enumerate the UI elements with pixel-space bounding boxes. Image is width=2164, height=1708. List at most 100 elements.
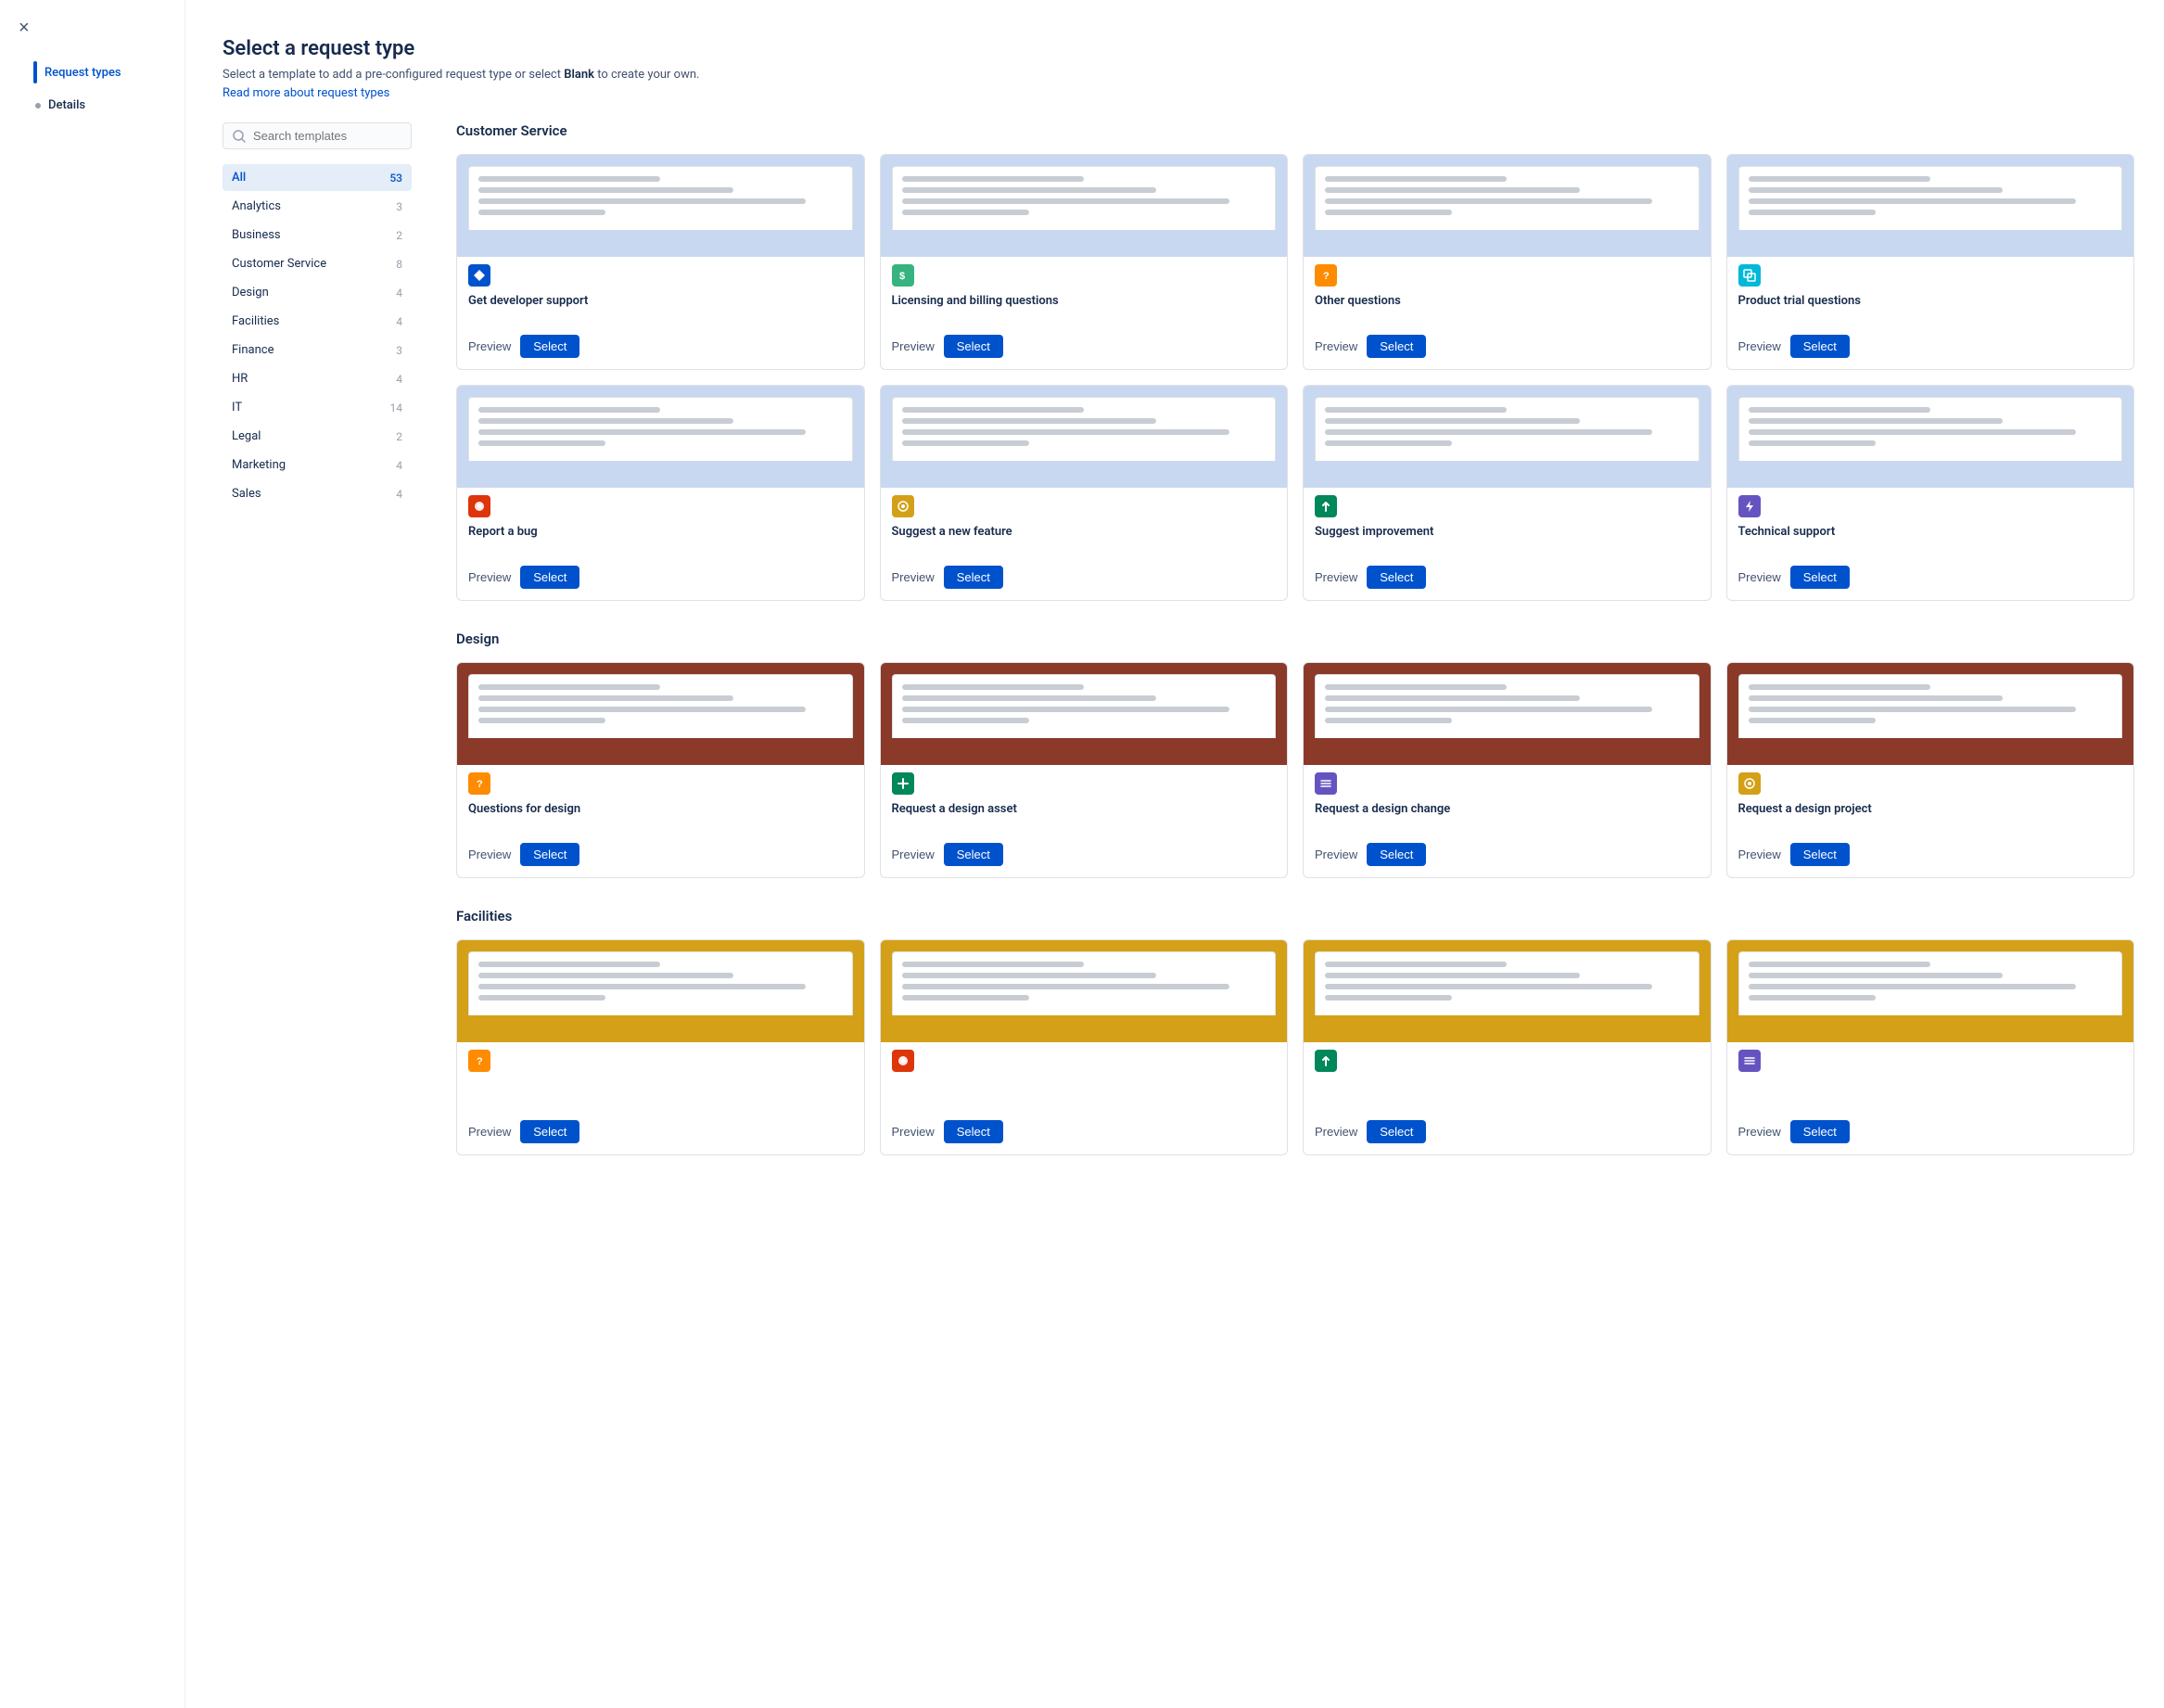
filter-item-business[interactable]: Business2 — [223, 222, 412, 249]
preview-button[interactable]: Preview — [892, 848, 935, 861]
select-button[interactable]: Select — [944, 335, 1003, 358]
modal-body: Request types Details Select a request t… — [0, 0, 2164, 1708]
card-icon: $ — [892, 264, 914, 287]
preview-button[interactable]: Preview — [1738, 1125, 1781, 1139]
preview-button[interactable]: Preview — [892, 570, 935, 584]
filter-item-all[interactable]: All53 — [223, 164, 412, 191]
preview-button[interactable]: Preview — [468, 1125, 511, 1139]
card-preview-inner — [892, 166, 1277, 230]
filter-item-design[interactable]: Design4 — [223, 279, 412, 306]
card-actions: Preview Select — [1738, 1120, 2123, 1143]
preview-button[interactable]: Preview — [892, 1125, 935, 1139]
card-body: Licensing and billing questions Preview … — [881, 290, 1288, 369]
card-2: ? Other questions Preview Select — [1303, 154, 1712, 370]
select-button[interactable]: Select — [1367, 843, 1426, 866]
card-7: Technical support Preview Select — [1726, 385, 2135, 601]
select-button[interactable]: Select — [1790, 843, 1850, 866]
learn-more-link[interactable]: Read more about request types — [223, 86, 389, 100]
select-button[interactable]: Select — [520, 1120, 579, 1143]
preview-button[interactable]: Preview — [892, 339, 935, 353]
filter-item-legal[interactable]: Legal2 — [223, 423, 412, 450]
select-button[interactable]: Select — [1790, 335, 1850, 358]
close-button[interactable]: × — [15, 15, 33, 41]
page-title: Select a request type — [223, 37, 2134, 60]
card-icon — [1738, 772, 1761, 795]
filter-item-analytics[interactable]: Analytics3 — [223, 193, 412, 220]
card-preview — [1727, 940, 2134, 1042]
card-title: Product trial questions — [1738, 294, 2123, 324]
preview-button[interactable]: Preview — [1738, 339, 1781, 353]
filter-item-it[interactable]: IT14 — [223, 394, 412, 421]
select-button[interactable]: Select — [520, 843, 579, 866]
select-button[interactable]: Select — [520, 566, 579, 589]
card-icon-row: $ — [881, 257, 1288, 290]
card-3: Request a design project Preview Select — [1726, 662, 2135, 878]
sidebar-item-request-types[interactable]: Request types — [37, 56, 173, 89]
card-title: Request a design asset — [892, 802, 1277, 832]
content-area: All53Analytics3Business2Customer Service… — [223, 122, 2134, 1663]
select-button[interactable]: Select — [944, 843, 1003, 866]
card-preview — [1304, 663, 1711, 765]
card-preview — [1304, 386, 1711, 488]
card-preview — [1304, 155, 1711, 257]
card-title — [468, 1079, 853, 1109]
card-preview-inner — [468, 166, 853, 230]
cards-grid-1: ? Questions for design Preview Select — [456, 662, 2134, 878]
card-preview-inner — [468, 674, 853, 738]
preview-button[interactable]: Preview — [1315, 848, 1357, 861]
cards-grid-2: ? Preview Select — [456, 939, 2134, 1155]
card-title — [1738, 1079, 2123, 1109]
card-title: Licensing and billing questions — [892, 294, 1277, 324]
card-2: Preview Select — [1303, 939, 1712, 1155]
search-input[interactable] — [253, 129, 401, 143]
filter-item-facilities[interactable]: Facilities4 — [223, 308, 412, 335]
select-button[interactable]: Select — [944, 566, 1003, 589]
card-title: Report a bug — [468, 525, 853, 554]
sidebar-item-details[interactable]: Details — [37, 93, 173, 118]
card-0: Get developer support Preview Select — [456, 154, 865, 370]
card-actions: Preview Select — [1315, 1120, 1699, 1143]
card-actions: Preview Select — [1315, 566, 1699, 589]
select-button[interactable]: Select — [1367, 335, 1426, 358]
card-3: Product trial questions Preview Select — [1726, 154, 2135, 370]
svg-text:?: ? — [477, 1056, 483, 1067]
cards-grid-0: Get developer support Preview Select $ — [456, 154, 2134, 601]
card-actions: Preview Select — [468, 1120, 853, 1143]
main-content: Select a request type Select a template … — [185, 0, 2164, 1708]
preview-button[interactable]: Preview — [468, 570, 511, 584]
select-button[interactable]: Select — [1367, 566, 1426, 589]
filter-item-sales[interactable]: Sales4 — [223, 480, 412, 507]
select-button[interactable]: Select — [1790, 1120, 1850, 1143]
card-icon — [468, 495, 490, 517]
card-icon: ? — [468, 772, 490, 795]
card-preview-inner — [892, 951, 1277, 1015]
filter-item-customer-service[interactable]: Customer Service8 — [223, 250, 412, 277]
preview-button[interactable]: Preview — [468, 848, 511, 861]
preview-button[interactable]: Preview — [468, 339, 511, 353]
select-button[interactable]: Select — [1367, 1120, 1426, 1143]
select-button[interactable]: Select — [944, 1120, 1003, 1143]
card-actions: Preview Select — [1738, 335, 2123, 358]
filter-item-hr[interactable]: HR4 — [223, 365, 412, 392]
select-button[interactable]: Select — [1790, 566, 1850, 589]
select-button[interactable]: Select — [520, 335, 579, 358]
card-actions: Preview Select — [468, 335, 853, 358]
card-actions: Preview Select — [468, 566, 853, 589]
card-actions: Preview Select — [1738, 566, 2123, 589]
card-actions: Preview Select — [468, 843, 853, 866]
filter-item-marketing[interactable]: Marketing4 — [223, 452, 412, 478]
card-preview-inner — [892, 397, 1277, 461]
filter-item-finance[interactable]: Finance3 — [223, 337, 412, 363]
card-icon-row — [881, 1042, 1288, 1076]
card-icon-row — [1304, 765, 1711, 798]
card-preview — [881, 940, 1288, 1042]
preview-button[interactable]: Preview — [1738, 848, 1781, 861]
card-preview — [457, 386, 864, 488]
preview-button[interactable]: Preview — [1315, 570, 1357, 584]
preview-button[interactable]: Preview — [1315, 339, 1357, 353]
card-preview-inner — [1738, 674, 2123, 738]
preview-button[interactable]: Preview — [1315, 1125, 1357, 1139]
preview-button[interactable]: Preview — [1738, 570, 1781, 584]
card-body: Technical support Preview Select — [1727, 521, 2134, 600]
card-preview — [1304, 940, 1711, 1042]
